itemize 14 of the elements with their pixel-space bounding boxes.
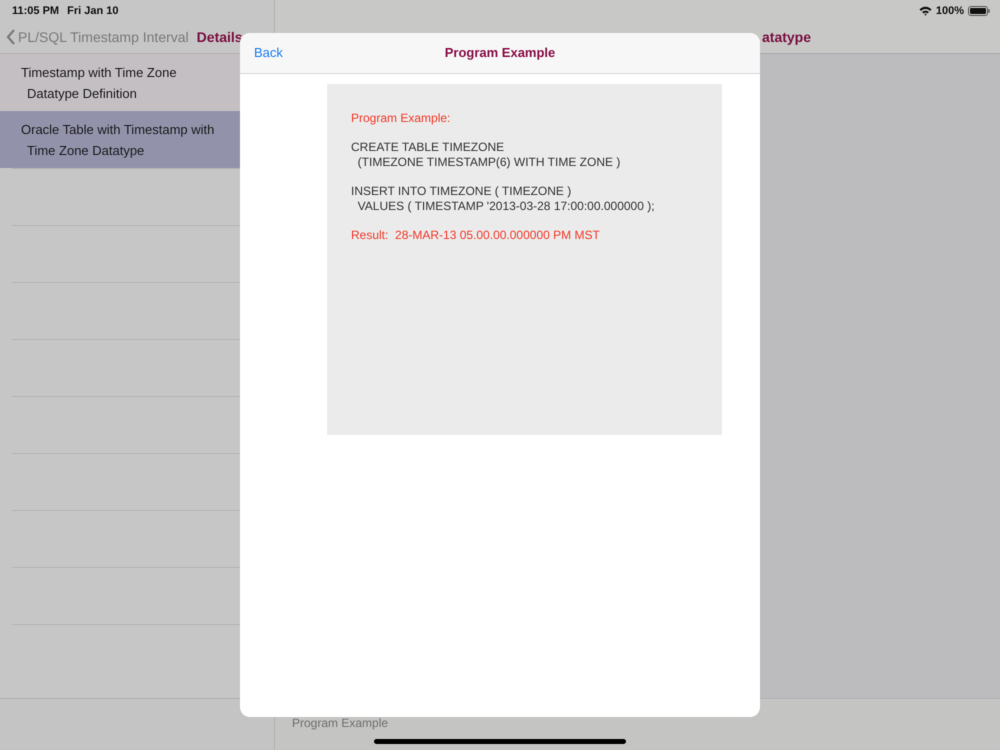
battery-icon	[968, 6, 990, 16]
status-date: Fri Jan 10	[67, 4, 118, 19]
note-text: Program Example:	[351, 111, 452, 126]
code-text: CREATE TABLE TIMEZONE (TIMEZONE TIMESTAMP(6) WITH TIME ZONE )	[351, 140, 622, 170]
footer-label: Program Example	[292, 716, 388, 730]
battery-percentage: 100%	[936, 4, 964, 19]
modal-title: Program Example	[444, 44, 556, 62]
sidebar-title: Details	[196, 28, 243, 47]
detail-title: atatype	[762, 28, 812, 47]
status-time: 11:05 PM	[12, 4, 60, 19]
wifi-icon	[918, 6, 932, 16]
code-text: INSERT INTO TIMEZONE ( TIMEZONE ) VALUES ( TIMESTAMP '2013-03-28 17:00:00.000000 );	[351, 184, 656, 214]
chevron-left-icon	[6, 29, 16, 46]
note-text: Result: 28-MAR-13 05.00.00.000000 PM MST	[351, 228, 601, 243]
